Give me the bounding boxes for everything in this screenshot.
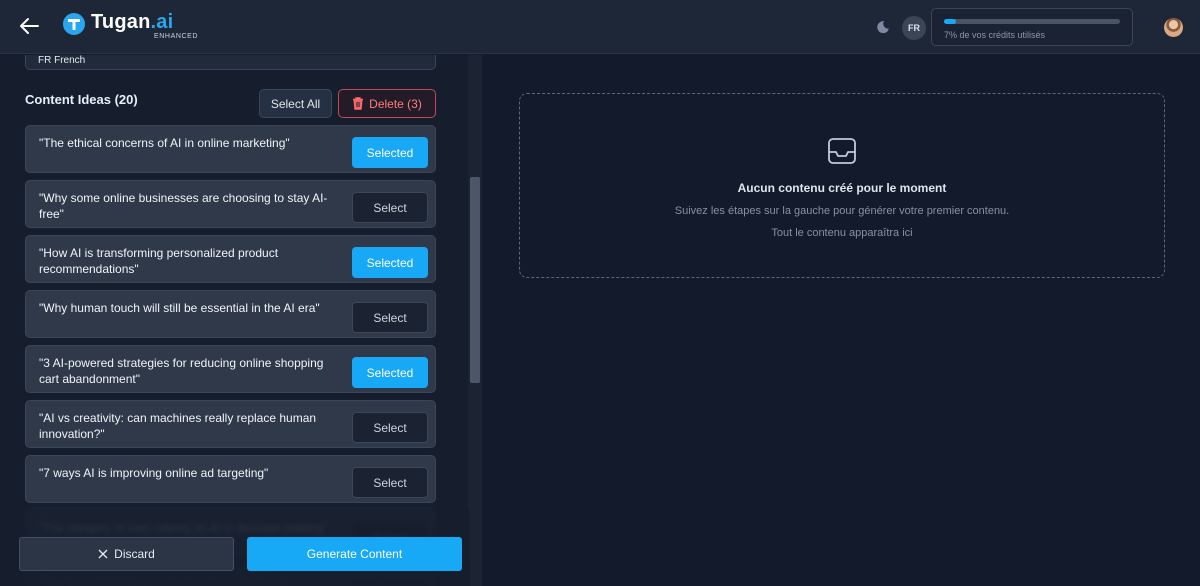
logo-name: Tugan.ai (91, 11, 174, 33)
select-button[interactable]: Select (352, 467, 428, 498)
idea-text: "How AI is transforming personalized pro… (39, 246, 279, 276)
empty-state: Aucun contenu créé pour le moment Suivez… (519, 93, 1165, 278)
idea-card[interactable]: "The ethical concerns of AI in online ma… (25, 125, 436, 173)
logo-icon (63, 13, 85, 35)
selected-button[interactable]: Selected (352, 357, 428, 388)
selected-button[interactable]: Selected (352, 247, 428, 278)
content-ideas-panel: FR French Content Ideas (20) Select All … (0, 55, 482, 586)
idea-card[interactable]: "7 ways AI is improving online ad target… (25, 455, 436, 503)
selected-button[interactable]: Selected (352, 137, 428, 168)
select-button[interactable]: Select (352, 192, 428, 223)
logo-subtitle: ENHANCED (154, 33, 199, 40)
avatar[interactable] (1164, 18, 1183, 37)
app-logo[interactable]: Tugan.ai ENHANCED (62, 12, 198, 40)
idea-card[interactable]: "Why some online businesses are choosing… (25, 180, 436, 228)
language-badge[interactable]: FR (902, 16, 926, 40)
idea-card[interactable]: "Why human touch will still be essential… (25, 290, 436, 338)
idea-text: "3 AI-powered strategies for reducing on… (39, 356, 324, 386)
idea-card[interactable]: "3 AI-powered strategies for reducing on… (25, 345, 436, 393)
language-select-value: FR French (38, 55, 86, 66)
language-select[interactable]: FR French (25, 55, 436, 70)
idea-text: "Why human touch will still be essential… (39, 301, 320, 315)
back-arrow-icon[interactable] (18, 15, 40, 37)
top-header: Tugan.ai ENHANCED FR 7% de vos crédits u… (0, 0, 1200, 54)
credits-usage: 7% de vos crédits utilisés (931, 8, 1133, 46)
idea-text: "The ethical concerns of AI in online ma… (39, 136, 290, 150)
idea-text: "AI vs creativity: can machines really r… (39, 411, 317, 441)
empty-state-title: Aucun contenu créé pour le moment (737, 181, 947, 195)
scrollbar-thumb[interactable] (470, 177, 480, 383)
inbox-icon (828, 138, 856, 164)
discard-button[interactable]: Discard (19, 537, 234, 571)
credits-text: 7% de vos crédits utilisés (944, 30, 1046, 40)
delete-button[interactable]: Delete (3) (338, 89, 436, 118)
select-button[interactable]: Select (352, 302, 428, 333)
credits-progress-fill (944, 19, 957, 24)
select-button[interactable]: Select (352, 412, 428, 443)
idea-card[interactable]: "How AI is transforming personalized pro… (25, 235, 436, 283)
delete-label: Delete (3) (369, 96, 422, 111)
close-icon (98, 549, 108, 559)
select-all-button[interactable]: Select All (259, 89, 332, 118)
idea-text: "Why some online businesses are choosing… (39, 191, 328, 221)
generate-content-button[interactable]: Generate Content (247, 537, 462, 571)
idea-card[interactable]: "AI vs creativity: can machines really r… (25, 400, 436, 448)
moon-icon[interactable] (875, 19, 891, 35)
content-ideas-title: Content Ideas (20) (25, 92, 138, 107)
empty-state-note: Tout le contenu apparaîtra ici (771, 227, 913, 239)
discard-label: Discard (114, 547, 155, 561)
empty-state-subtitle: Suivez les étapes sur la gauche pour gén… (674, 205, 1010, 217)
credits-progress-track (944, 19, 1120, 24)
idea-text: "7 ways AI is improving online ad target… (39, 466, 269, 480)
trash-icon (353, 97, 364, 110)
